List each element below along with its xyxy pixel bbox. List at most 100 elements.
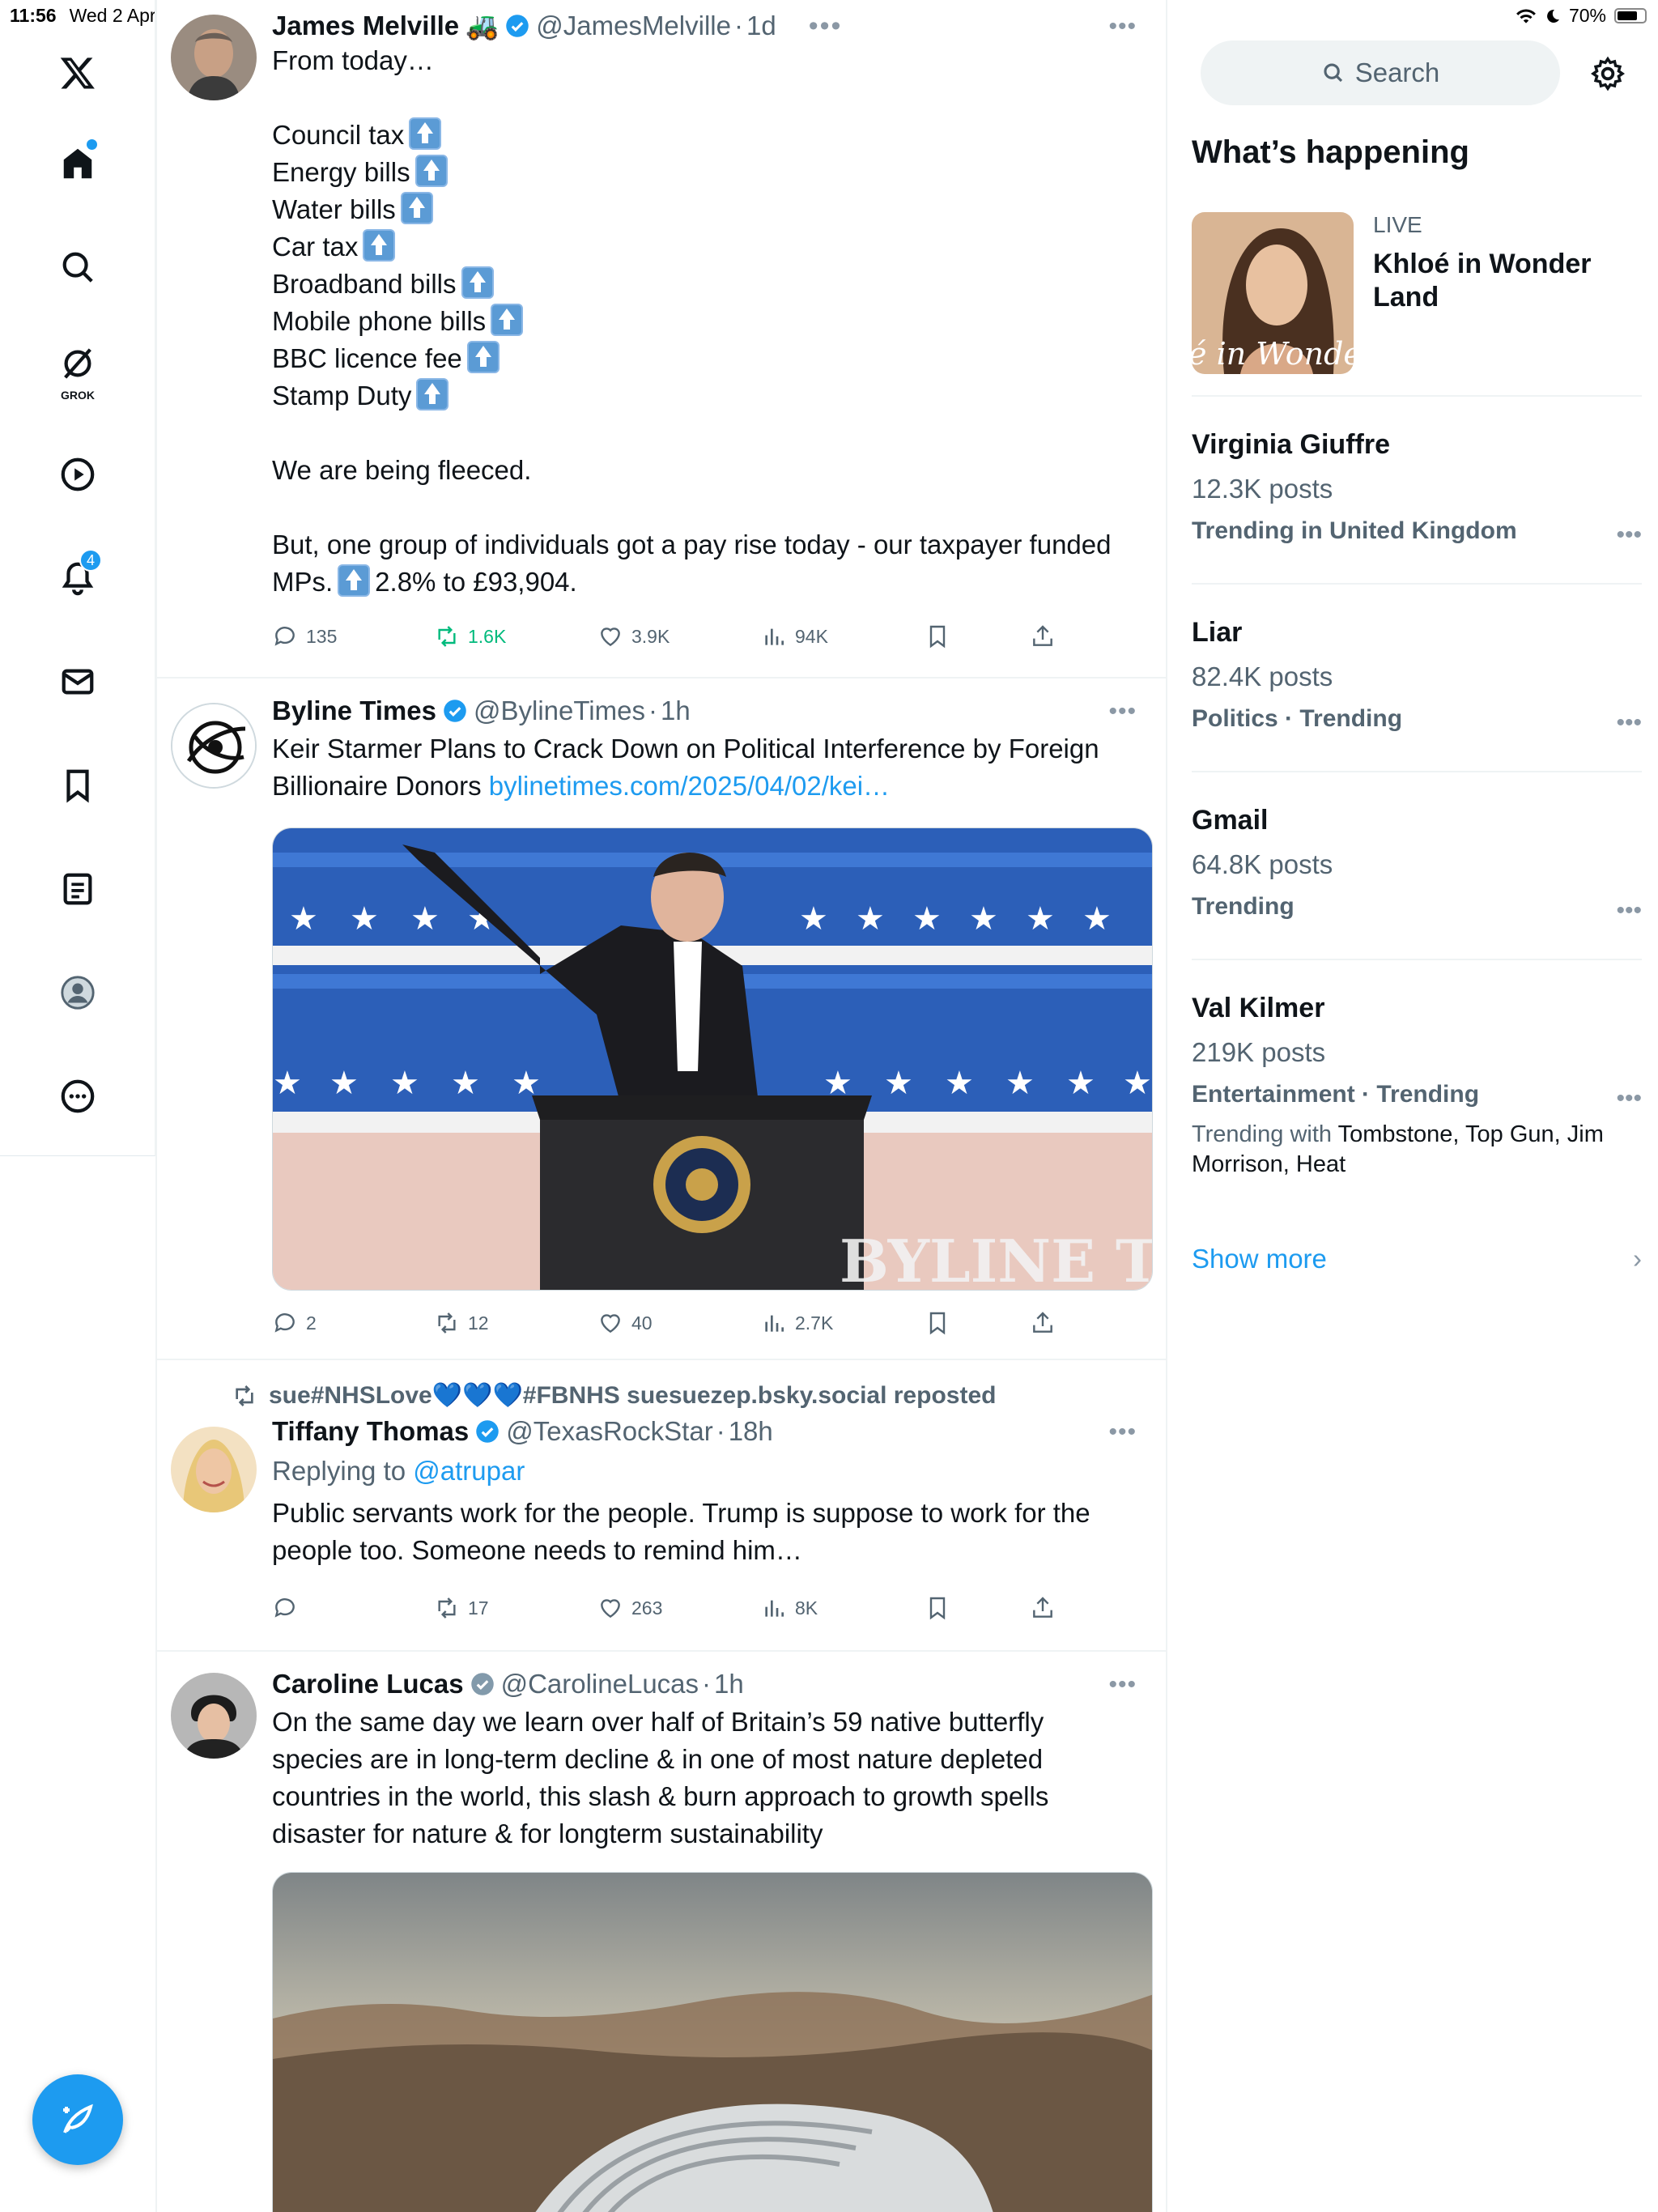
- search-icon[interactable]: [39, 228, 117, 306]
- video-watermark: BYLINE TIMES: [840, 1227, 1153, 1291]
- repost-button[interactable]: 17: [434, 1592, 597, 1624]
- trend-more-icon[interactable]: •••: [1616, 709, 1642, 737]
- tweet-text: Public servants work for the people. Tru…: [272, 1498, 1090, 1528]
- profile-avatar-icon[interactable]: [39, 954, 117, 1032]
- share-button[interactable]: [1030, 620, 1056, 653]
- bookmark-button[interactable]: [925, 1592, 1030, 1624]
- post-time[interactable]: 1d: [746, 11, 776, 41]
- tractor-emoji: 🚜: [466, 10, 500, 40]
- more-options-icon[interactable]: [39, 1057, 117, 1135]
- trend-name: Gmail: [1192, 805, 1269, 836]
- search-input[interactable]: Search: [1201, 40, 1560, 105]
- like-count: 3.9K: [631, 625, 670, 647]
- post-video[interactable]: ★★★★ ★★★★★★ ★★★★★ ★★★★★★ BYLINE TIMES: [272, 827, 1153, 1291]
- live-label: LIVE: [1373, 212, 1422, 237]
- author-name[interactable]: James Melville: [272, 11, 459, 41]
- reply-button[interactable]: [272, 1592, 434, 1624]
- messages-icon[interactable]: [39, 643, 117, 721]
- avatar[interactable]: [171, 15, 257, 100]
- tweet-james-melville[interactable]: James Melville 🚜 @JamesMelville · 1d •••…: [156, 0, 1166, 678]
- up-arrow-icon: [414, 155, 448, 187]
- lists-icon[interactable]: [39, 850, 117, 928]
- trend-more-icon[interactable]: •••: [1616, 1085, 1642, 1112]
- bookmarks-icon[interactable]: [39, 747, 117, 824]
- post-time[interactable]: 1h: [661, 696, 691, 726]
- compose-post-button[interactable]: [32, 2074, 123, 2165]
- trend-item[interactable]: Gmail 64.8K posts Trending •••: [1192, 805, 1642, 924]
- reply-icon: [274, 627, 295, 646]
- share-button[interactable]: [1030, 1592, 1056, 1624]
- post-image[interactable]: [272, 1872, 1153, 2212]
- repost-icon: [438, 1312, 456, 1334]
- search-icon: [1324, 63, 1342, 83]
- more-options-icon[interactable]: •••: [1108, 1671, 1137, 1699]
- repost-button[interactable]: 12: [434, 1307, 597, 1339]
- divider: [1192, 583, 1642, 585]
- verified-badge-icon: [444, 700, 466, 722]
- tweet-tiffany-thomas[interactable]: sue#NHSLove💙💙💙#FBNHS suesuezep.bsky.soci…: [156, 1360, 1166, 1652]
- live-event-card[interactable]: é in Wonder L LIVE Khloé in Wonder Land: [1192, 212, 1629, 378]
- grok-icon[interactable]: GROK: [39, 332, 117, 410]
- avatar[interactable]: [171, 1673, 257, 1759]
- post-time[interactable]: 18h: [729, 1416, 773, 1447]
- views-button[interactable]: 94K: [761, 620, 925, 653]
- like-button[interactable]: 3.9K: [597, 620, 761, 653]
- views-button[interactable]: 8K: [761, 1592, 925, 1624]
- more-options-icon[interactable]: •••: [1108, 1419, 1137, 1446]
- compose-feather-icon: [63, 2104, 93, 2133]
- verified-badge-icon: [476, 1420, 500, 1443]
- reply-count: 2: [306, 1312, 317, 1334]
- tweet-byline-times[interactable]: Byline Times @BylineTimes · 1h ••• Keir …: [156, 678, 1166, 1360]
- trend-more-icon[interactable]: •••: [1616, 897, 1642, 925]
- author-name[interactable]: Caroline Lucas: [272, 1669, 464, 1699]
- trend-item[interactable]: Val Kilmer 219K posts Entertainment · Tr…: [1192, 993, 1642, 1180]
- repost-count: 12: [468, 1312, 489, 1334]
- more-options-icon[interactable]: •••: [1108, 698, 1137, 725]
- tweet-caroline-lucas[interactable]: Caroline Lucas @CarolineLucas · 1h ••• O…: [156, 1652, 1166, 2212]
- author-handle[interactable]: @CarolineLucas: [501, 1669, 699, 1699]
- x-logo-icon[interactable]: [39, 34, 117, 112]
- repost-button[interactable]: 1.6K: [434, 620, 597, 653]
- views-button[interactable]: 2.7K: [761, 1307, 925, 1339]
- reply-button[interactable]: 2: [272, 1307, 434, 1339]
- home-icon[interactable]: [39, 125, 117, 202]
- trend-item[interactable]: Liar 82.4K posts Politics · Trending •••: [1192, 617, 1642, 736]
- trend-more-icon[interactable]: •••: [1616, 521, 1642, 549]
- svg-text:★: ★: [856, 900, 885, 938]
- author-name[interactable]: Tiffany Thomas: [272, 1416, 469, 1447]
- show-more-link[interactable]: Show more ›: [1192, 1244, 1642, 1274]
- more-options-icon[interactable]: •••: [1108, 13, 1137, 40]
- author-name[interactable]: Byline Times: [272, 696, 436, 726]
- trend-item[interactable]: Virginia Giuffre 12.3K posts Trending in…: [1192, 429, 1642, 548]
- separator-dot: ·: [648, 696, 657, 725]
- tweet-text: countries in the world, this slash & bur…: [272, 1781, 1049, 1811]
- bookmark-button[interactable]: [925, 620, 1030, 653]
- trend-context: Politics · Trending: [1192, 705, 1403, 732]
- reply-button[interactable]: 135: [272, 620, 434, 653]
- article-link[interactable]: bylinetimes.com/2025/04/02/kei…: [489, 771, 890, 801]
- like-button[interactable]: 40: [597, 1307, 761, 1339]
- share-button[interactable]: [1030, 1307, 1056, 1339]
- up-arrow-icon: [491, 304, 524, 336]
- repost-attribution[interactable]: sue#NHSLove💙💙💙#FBNHS suesuezep.bsky.soci…: [232, 1381, 996, 1410]
- like-button[interactable]: 263: [597, 1592, 761, 1624]
- bookmark-button[interactable]: [925, 1307, 1030, 1339]
- avatar[interactable]: [171, 1427, 257, 1512]
- author-handle[interactable]: @JamesMelville: [536, 11, 731, 41]
- tweet-text: Billionaire Donors: [272, 771, 482, 801]
- bill-item: Car tax: [272, 232, 359, 262]
- settings-gear-icon[interactable]: [1589, 55, 1626, 92]
- share-icon: [1033, 1597, 1052, 1618]
- author-handle[interactable]: @TexasRockStar: [506, 1416, 712, 1447]
- author-handle[interactable]: @BylineTimes: [474, 696, 645, 726]
- replying-to-handle[interactable]: @atrupar: [413, 1456, 525, 1486]
- svg-text:★: ★: [289, 900, 318, 938]
- reply-icon: [274, 1598, 295, 1618]
- notifications-icon[interactable]: 4: [39, 539, 117, 617]
- video-icon[interactable]: [39, 436, 117, 513]
- avatar[interactable]: [171, 703, 257, 789]
- repost-count: 17: [468, 1597, 489, 1619]
- post-time[interactable]: 1h: [714, 1669, 744, 1699]
- tweet-text: Keir Starmer Plans to Crack Down on Poli…: [272, 734, 1099, 764]
- verified-badge-grey-icon: [470, 1673, 494, 1695]
